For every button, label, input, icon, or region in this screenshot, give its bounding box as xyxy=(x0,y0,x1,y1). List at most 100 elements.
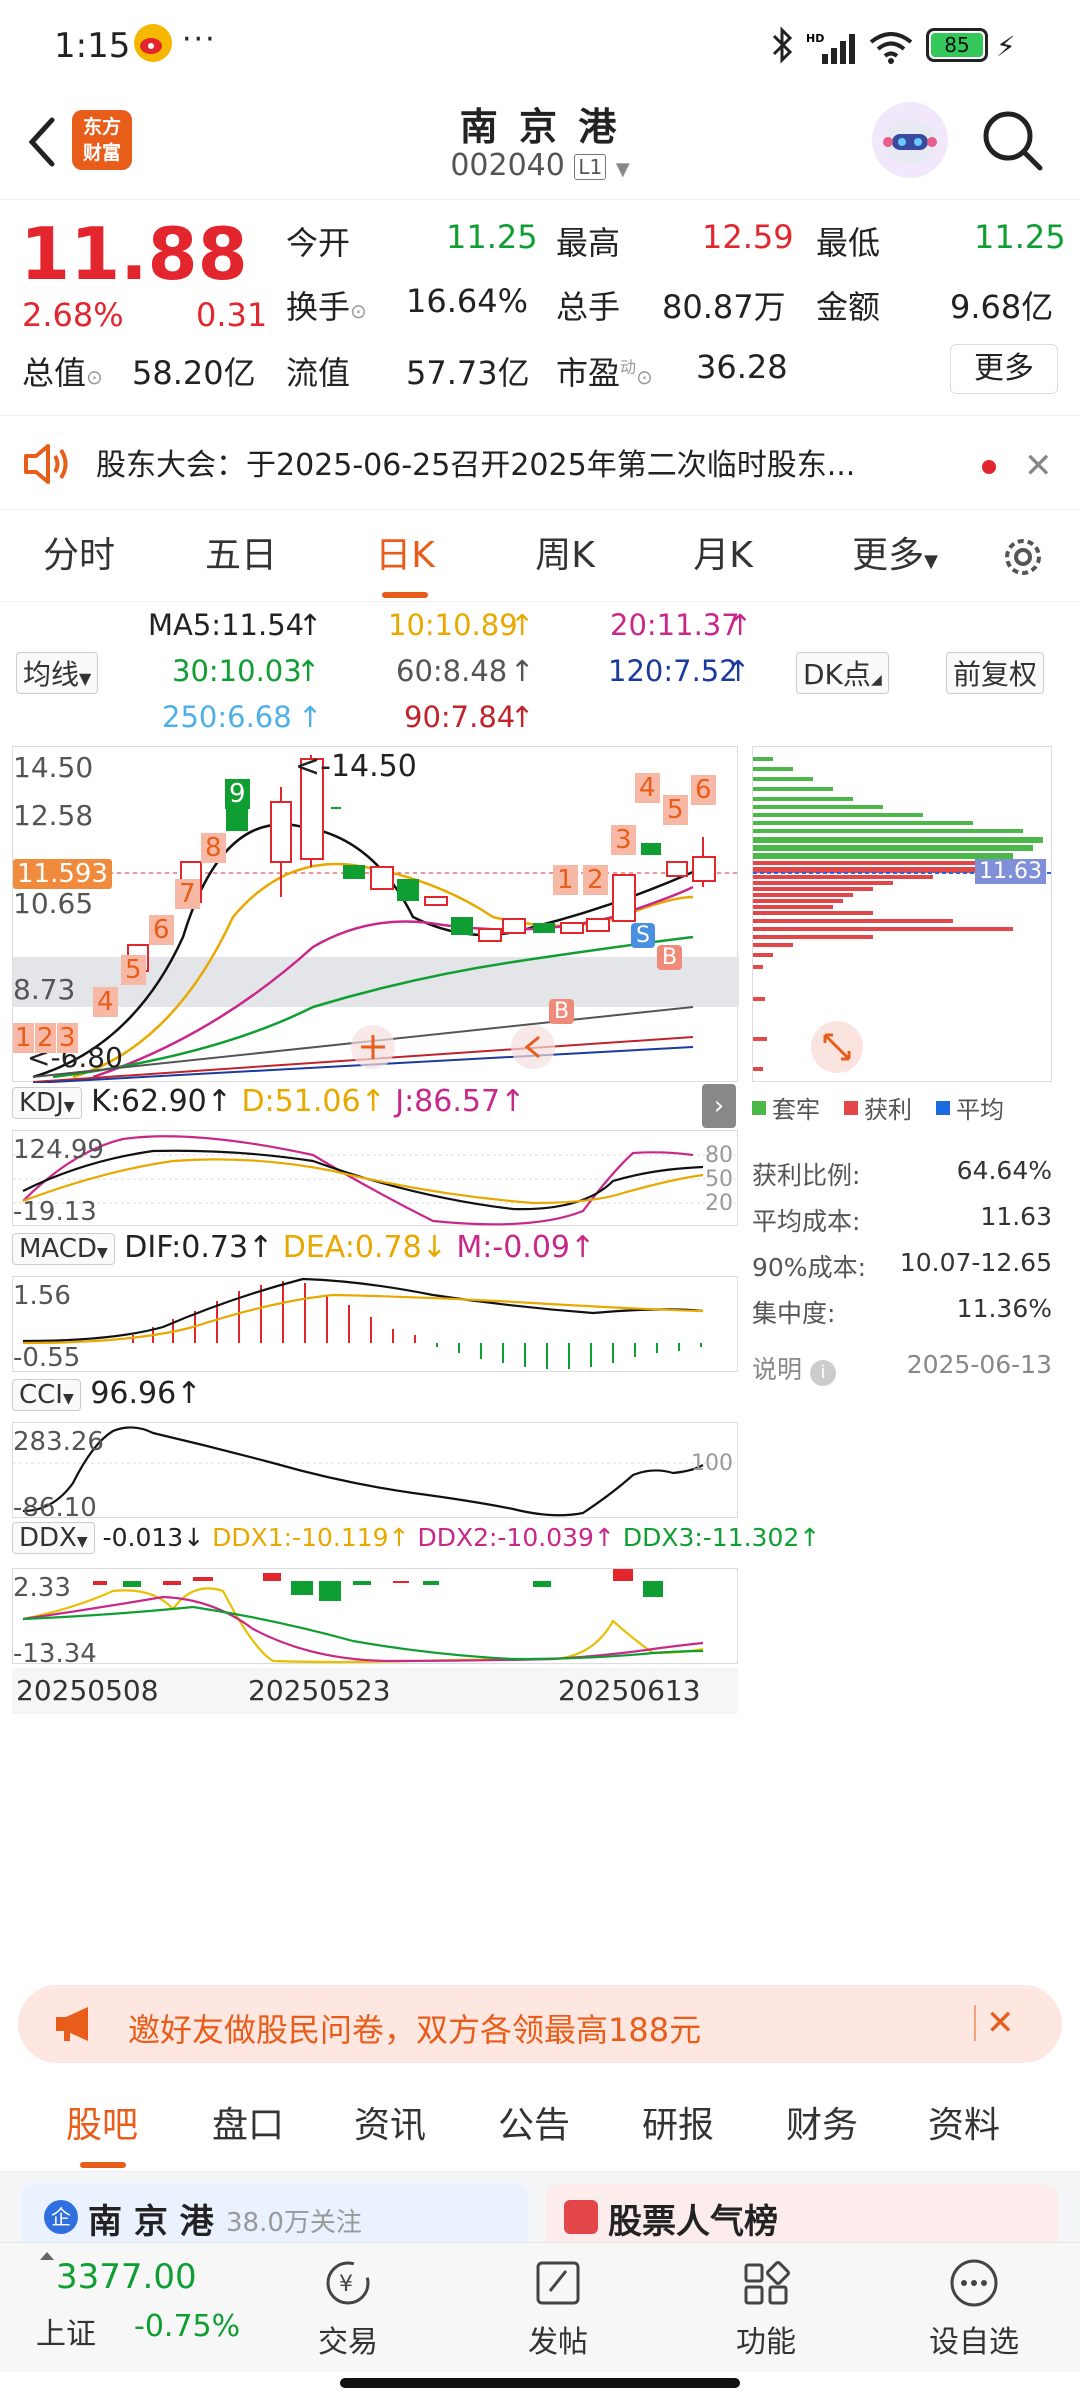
tab-finance[interactable]: 财务 xyxy=(786,2080,858,2172)
content-tabs: 股吧 盘口 资讯 公告 研报 财务 资料 xyxy=(0,2080,1080,2172)
tab-monthly-k[interactable]: 月K xyxy=(668,510,778,602)
ddx-panel[interactable]: 2.33 -13.34 xyxy=(12,1568,738,1669)
edit-icon xyxy=(536,2261,580,2305)
close-notice-icon[interactable]: ✕ xyxy=(1024,446,1053,486)
kdj-d: D:51.06 xyxy=(241,1084,361,1119)
high-value: 12.59 xyxy=(702,218,794,256)
macd-select[interactable]: MACD▼ xyxy=(12,1233,115,1265)
quote-panel: 11.88 2.68% 0.31 今开 11.25 最高 12.59 最低 11… xyxy=(0,200,1080,415)
bottom-toolbar: 3377.00 上证 -0.75% ¥ 交易 发帖 功能 设自选 xyxy=(0,2242,1080,2372)
trade-label: 交易 xyxy=(318,2325,378,2360)
seq-9: 9 xyxy=(225,779,250,809)
turnover-label[interactable]: 换手⊙ xyxy=(286,282,367,328)
dk-point-select[interactable]: DK点◢ xyxy=(796,652,889,694)
kdj-d-line xyxy=(22,1158,704,1205)
fullscreen-icon xyxy=(811,1021,863,1073)
chip-distribution: 11.63 套牢 获利 平均 获利比例: 64.64% 平均成本: 11.63 90… xyxy=(752,746,1053,1386)
current-price-tag: 11.593 xyxy=(13,859,112,889)
seq-4: 4 xyxy=(93,987,118,1017)
trade-button[interactable]: ¥ 交易 xyxy=(278,2257,418,2361)
last-price: 11.88 xyxy=(20,212,248,296)
caret-down-icon: ▼ xyxy=(63,1099,75,1115)
arrow-up-icon: ↑ xyxy=(510,654,535,688)
legend-swatch-blue xyxy=(936,1100,950,1115)
ddx-select[interactable]: DDX▼ xyxy=(12,1522,95,1554)
trade-icon: ¥ xyxy=(326,2261,370,2305)
stock-code-row[interactable]: 002040 L1 ▼ xyxy=(340,148,740,183)
macd-pos-bars xyxy=(132,1281,416,1343)
tick-3: 10.65 xyxy=(13,887,94,920)
function-button[interactable]: 功能 xyxy=(696,2257,836,2361)
adjust-select[interactable]: 前复权 xyxy=(946,652,1045,694)
search-icon[interactable] xyxy=(978,106,1046,178)
macd-panel[interactable]: 1.56 -0.55 xyxy=(12,1276,738,1373)
more-button[interactable]: 更多 xyxy=(950,344,1058,394)
tab-weekly-k[interactable]: 周K xyxy=(510,510,620,602)
kline-panel[interactable]: 14.50 12.58 10.65 8.73 11.593 <-14.50 <-… xyxy=(12,746,739,1084)
seq-6: 6 xyxy=(149,915,174,945)
kdj-k: K:62.90 xyxy=(91,1084,207,1119)
index-change: -0.75% xyxy=(134,2309,241,2344)
more-circle-icon xyxy=(950,2259,998,2307)
tab-more-label: 更多 xyxy=(852,535,925,576)
ma-mode-select[interactable]: 均线▼ xyxy=(16,652,99,694)
tab-research[interactable]: 研报 xyxy=(642,2080,714,2172)
chip-note-row[interactable]: 说明 i 2025-06-13 xyxy=(752,1350,1052,1386)
divider xyxy=(974,2005,976,2041)
robot-avatar[interactable] xyxy=(872,102,948,178)
mcap-label[interactable]: 总值⊙ xyxy=(22,348,103,394)
seq-2: 2 xyxy=(35,1023,56,1053)
seq-b2: 2 xyxy=(583,865,608,895)
post-button[interactable]: 发帖 xyxy=(488,2257,628,2361)
tab-five-day[interactable]: 五日 xyxy=(186,510,296,602)
buy-signal: B xyxy=(549,999,575,1024)
index-value[interactable]: 3377.00 xyxy=(56,2257,197,2297)
kdj-panel[interactable]: 124.99 -19.13 80 50 20 xyxy=(12,1130,739,1227)
stat-concentration: 集中度: 11.36% xyxy=(752,1294,1052,1330)
chip-legend: 套牢 获利 平均 xyxy=(752,1090,1052,1125)
cci-panel[interactable]: 283.26 -86.10 100 xyxy=(12,1422,739,1523)
pe-label[interactable]: 市盈动⊙ xyxy=(556,348,653,394)
tab-intraday[interactable]: 分时 xyxy=(24,510,134,602)
stat-profit-ratio: 获利比例: 64.64% xyxy=(752,1156,1052,1192)
tab-profile[interactable]: 资料 xyxy=(928,2080,1000,2172)
bar-icon: 企 xyxy=(44,2200,78,2234)
macd-top: 1.56 xyxy=(13,1281,71,1311)
info-icon: i xyxy=(809,1360,836,1386)
legend-avg: 平均 xyxy=(956,1096,1004,1124)
stock-name: 南 京 港 xyxy=(459,105,621,149)
add-watchlist-button[interactable]: 设自选 xyxy=(904,2257,1044,2361)
info-icon: ⊙ xyxy=(636,365,653,389)
cci-name: CCI xyxy=(19,1380,63,1410)
notice-bar[interactable]: 股东大会：于2025-06-25召开2025年第二次临时股东... ✕ xyxy=(0,415,1080,510)
tab-daily-k[interactable]: 日K xyxy=(350,510,460,602)
kdj-j-line xyxy=(22,1135,694,1226)
watchlist-label: 设自选 xyxy=(929,2325,1019,2360)
tab-pankou[interactable]: 盘口 xyxy=(212,2080,284,2172)
tab-news[interactable]: 资讯 xyxy=(354,2080,426,2172)
cci-value: 96.96 xyxy=(90,1376,177,1411)
stat-avg-cost: 平均成本: 11.63 xyxy=(752,1202,1052,1238)
legend-trap: 套牢 xyxy=(772,1096,820,1124)
volume-label: 总手 xyxy=(556,288,621,326)
seq-3: 3 xyxy=(57,1023,78,1053)
ddx3-line xyxy=(22,1605,704,1661)
kdj-select[interactable]: KDJ▼ xyxy=(12,1087,82,1119)
close-promo-icon[interactable]: ✕ xyxy=(986,2003,1015,2043)
stat-label: 获利比例: xyxy=(752,1161,861,1190)
expand-panel-icon[interactable]: › xyxy=(702,1084,736,1128)
chart-area[interactable]: 14.50 12.58 10.65 8.73 11.593 <-14.50 <-… xyxy=(12,746,820,1966)
kdj-20: 20 xyxy=(705,1191,733,1216)
megaphone-icon xyxy=(52,2003,98,2053)
turnover-label-text: 换手 xyxy=(286,288,351,326)
chip-chart[interactable]: 11.63 xyxy=(752,746,1053,1082)
promo-banner[interactable]: 邀好友做股民问卷，双方各领最高188元 ✕ xyxy=(18,1985,1062,2063)
settings-gear-icon[interactable] xyxy=(998,532,1048,586)
cci-select[interactable]: CCI▼ xyxy=(12,1379,81,1411)
tab-more[interactable]: 更多▼ xyxy=(830,510,960,602)
back-icon[interactable] xyxy=(20,112,64,176)
chip-profit-bars xyxy=(753,861,1033,1071)
date-start: 20250508 xyxy=(16,1674,159,1707)
tab-announcements[interactable]: 公告 xyxy=(498,2080,570,2172)
tab-guba[interactable]: 股吧 xyxy=(66,2080,138,2172)
